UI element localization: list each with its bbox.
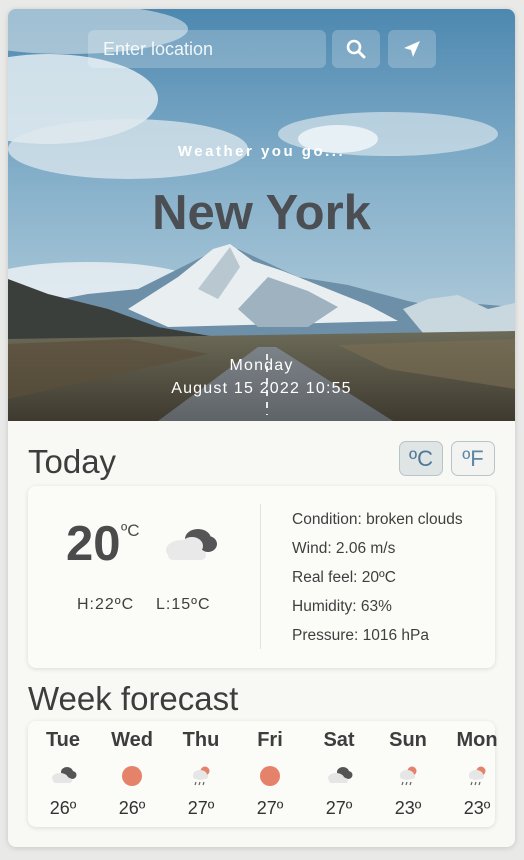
broken-clouds-icon: [166, 529, 217, 560]
broken-clouds-icon: [52, 767, 77, 783]
rain-icon: [400, 766, 417, 786]
wind-text: Wind: 2.06 m/s: [292, 540, 396, 557]
high-low-temperatures: H:22ºC L:15ºC: [77, 596, 211, 614]
humidity-text: Humidity: 63%: [292, 598, 392, 615]
temperature-unit: ºC: [121, 521, 140, 540]
current-date-time: August 15 2022 10:55: [171, 380, 352, 397]
pressure-text: Pressure: 1016 hPa: [292, 627, 430, 644]
condition-text: Condition: broken clouds: [292, 511, 463, 528]
forecast-temperature: 27º: [187, 798, 215, 818]
forecast-temperature: 27º: [256, 798, 284, 818]
forecast-day-name: Fri: [257, 729, 283, 751]
search-input[interactable]: [88, 30, 326, 68]
city-name: New York: [152, 186, 371, 240]
sun-icon: [122, 766, 142, 786]
weather-app: Weather you go... New York Monday August…: [8, 9, 515, 847]
high-temperature: H:22ºC: [77, 596, 135, 613]
fahrenheit-toggle[interactable]: ºF: [451, 441, 495, 476]
week-forecast-heading: Week forecast: [28, 680, 239, 717]
search-icon: [346, 39, 366, 59]
rain-icon: [193, 766, 210, 786]
forecast-day-name: Mon: [456, 729, 498, 751]
celsius-toggle[interactable]: ºC: [399, 441, 443, 476]
rain-icon: [469, 766, 486, 786]
forecast-temperature: 26º: [118, 798, 146, 818]
location-arrow-icon: [404, 41, 420, 57]
current-day: Monday: [229, 357, 294, 374]
forecast-day-name: Tue: [45, 729, 81, 751]
forecast-day-name: Sun: [389, 729, 427, 751]
today-card: 20 ºC H:22ºC L:15ºC Condition: broken cl…: [28, 486, 495, 668]
forecast-temperature: 26º: [49, 798, 77, 818]
low-temperature: L:15ºC: [155, 596, 211, 613]
current-temperature: 20: [66, 517, 121, 571]
tagline: Weather you go...: [177, 143, 346, 160]
forecast-day-name: Thu: [182, 729, 220, 751]
hero-banner: Weather you go... New York Monday August…: [8, 9, 515, 421]
forecast-temperature: 23º: [394, 798, 422, 818]
forecast-day-name: Sat: [323, 729, 355, 751]
card-divider: [260, 504, 261, 649]
search-button[interactable]: [332, 30, 380, 68]
forecast-temperature: 23º: [463, 798, 491, 818]
weather-details: Condition: broken clouds Wind: 2.06 m/s …: [292, 511, 463, 656]
week-forecast-card: Tue 26º Wed 26º Thu 27º Fri 27º Sat 27º …: [28, 721, 498, 827]
sun-icon: [260, 766, 280, 786]
forecast-day-name: Wed: [111, 729, 153, 751]
broken-clouds-icon: [328, 767, 353, 783]
today-heading: Today: [28, 443, 117, 480]
current-location-button[interactable]: [388, 30, 436, 68]
real-feel-text: Real feel: 20ºC: [292, 569, 396, 586]
forecast-temperature: 27º: [325, 798, 353, 818]
